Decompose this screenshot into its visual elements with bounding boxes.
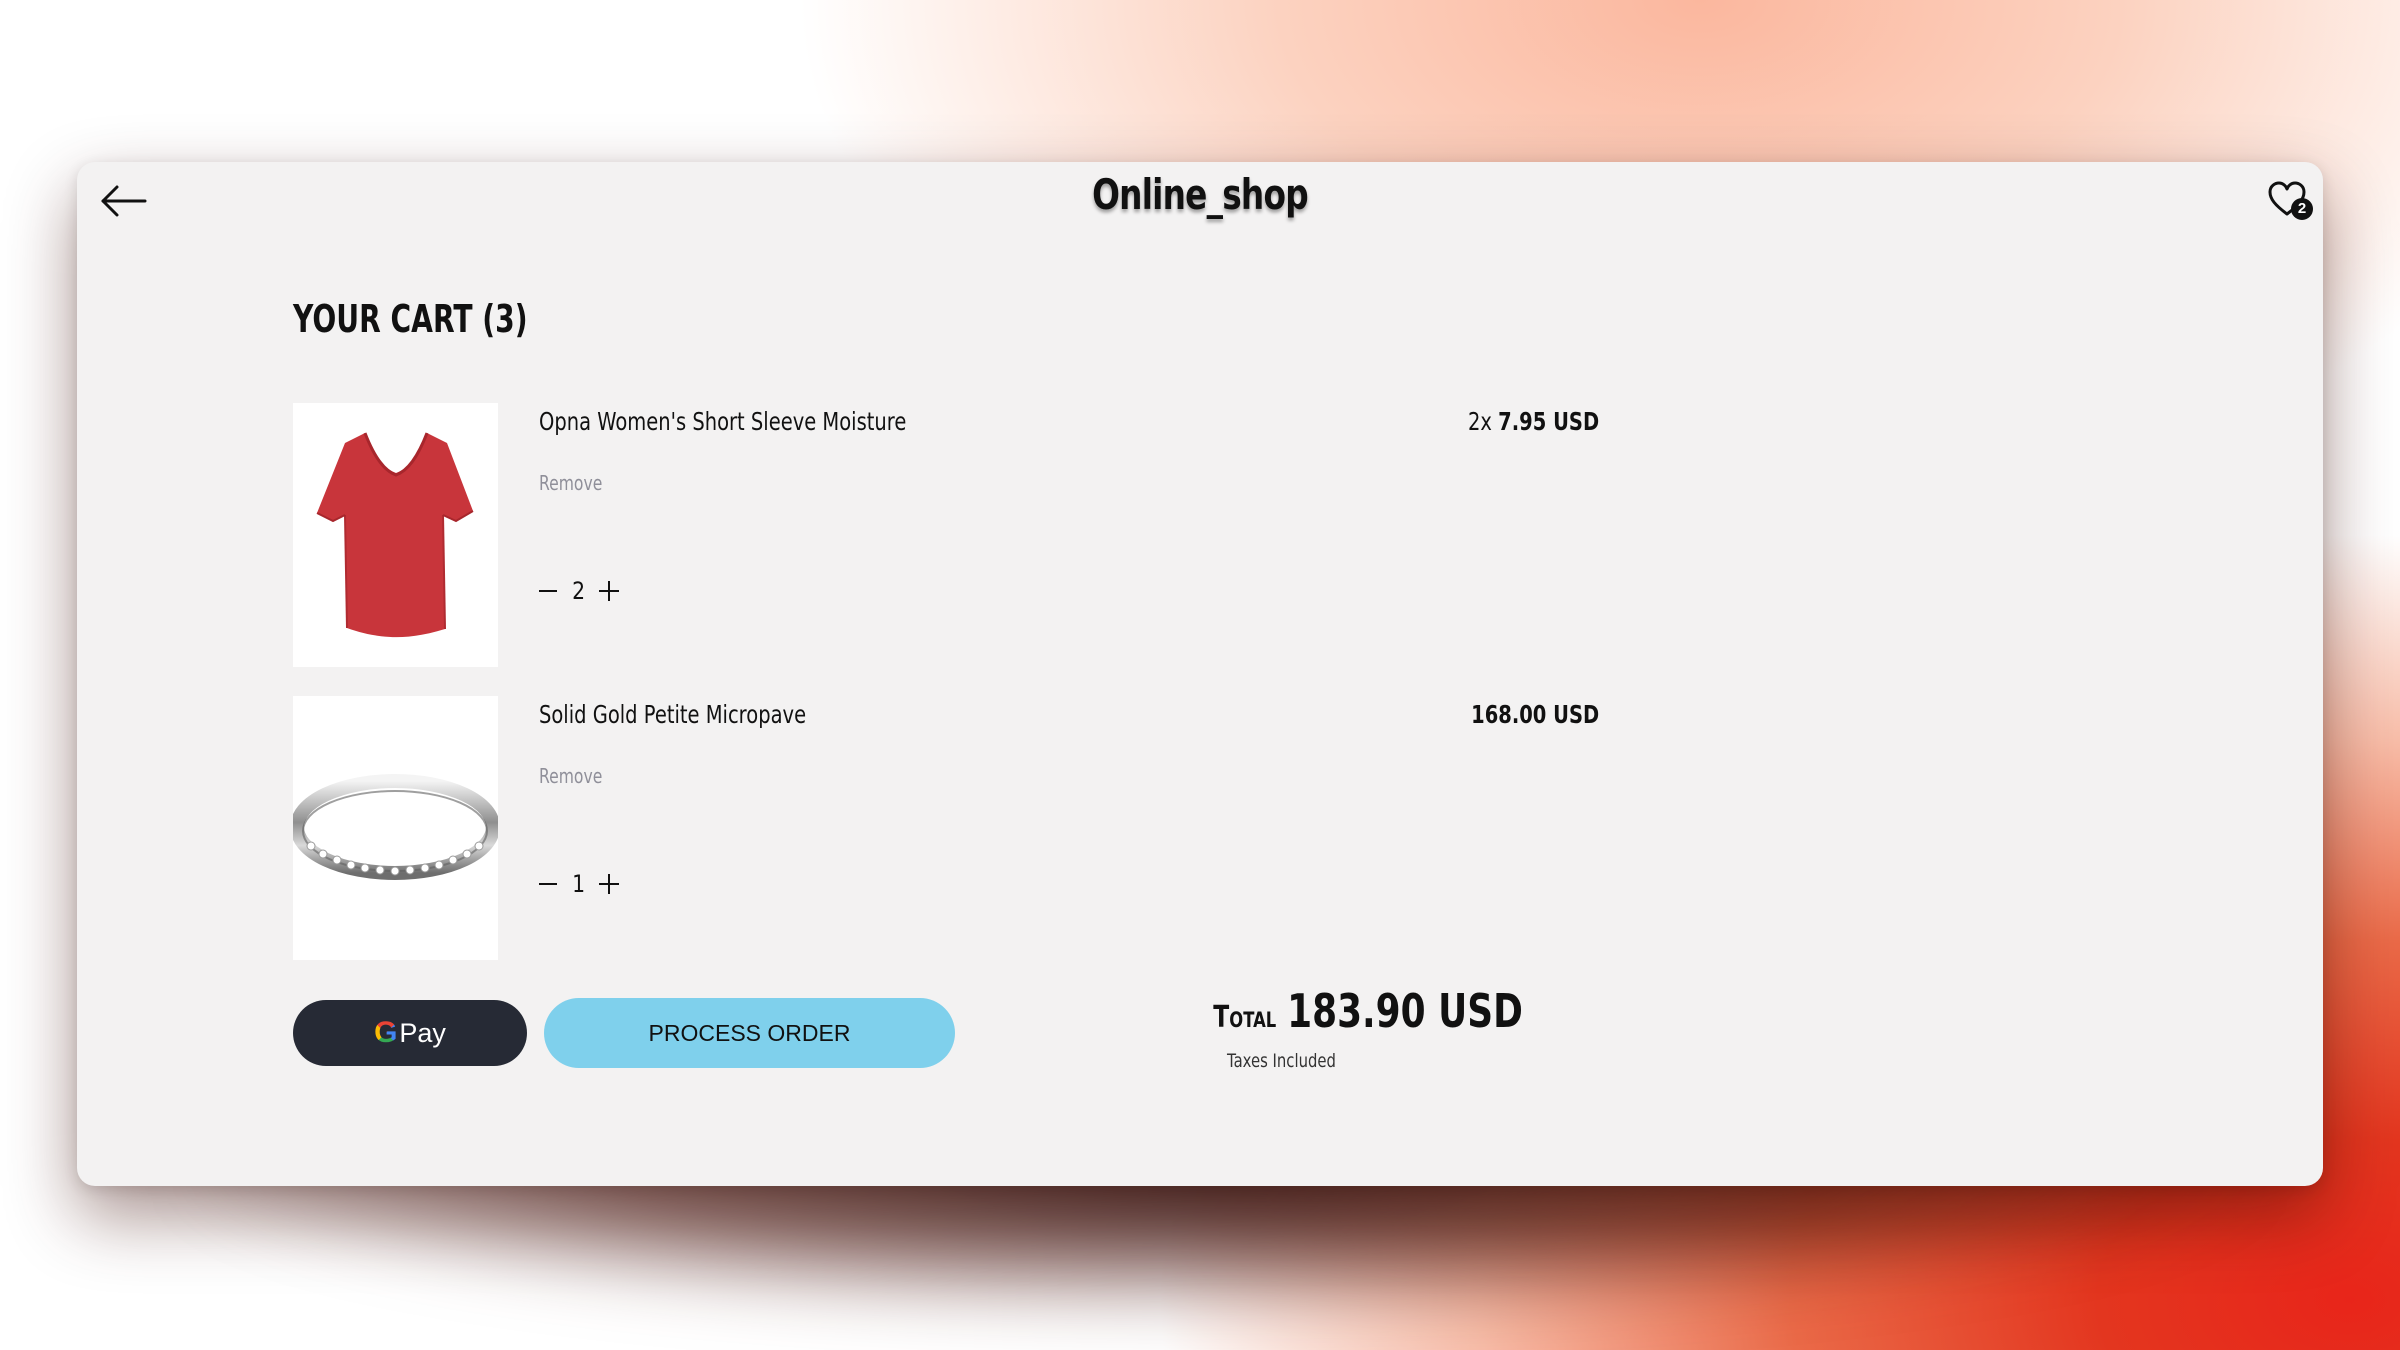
cart-window: Online_shop 2 YOUR CART (3) Opna Women's… <box>77 162 2323 1186</box>
quantity-stepper: 2 <box>533 571 624 611</box>
plus-icon[interactable] <box>594 869 624 899</box>
tax-note: Taxes Included <box>1227 1050 1336 1072</box>
product-name[interactable]: Opna Women's Short Sleeve Moisture <box>539 407 906 436</box>
cart-item: Solid Gold Petite Micropave Remove 1 168… <box>290 696 1599 960</box>
item-price: 2x 7.95 USD <box>1468 407 1599 436</box>
arrow-left-icon <box>101 185 147 217</box>
price-multiplier: 2x <box>1467 407 1492 436</box>
cart-item: Opna Women's Short Sleeve Moisture Remov… <box>293 403 1599 667</box>
total-amount: 183.90 USD <box>1287 984 1523 1038</box>
product-image-tshirt[interactable] <box>293 403 498 667</box>
wishlist-count-badge: 2 <box>2291 198 2313 220</box>
price-amount: 7.95 USD <box>1498 407 1599 436</box>
item-price: 168.00 USD <box>1471 700 1599 729</box>
wishlist-button[interactable]: 2 <box>2267 180 2315 224</box>
quantity-value: 1 <box>572 870 586 898</box>
product-name[interactable]: Solid Gold Petite Micropave <box>539 700 806 729</box>
order-total: Total 183.90 USD <box>1126 984 1523 1038</box>
quantity-stepper: 1 <box>533 864 624 904</box>
gpay-label: Pay <box>399 1017 446 1048</box>
quantity-value: 2 <box>572 577 586 605</box>
back-button[interactable] <box>93 176 153 226</box>
product-image-ring[interactable] <box>290 696 500 960</box>
google-g-icon: G <box>374 1016 398 1049</box>
price-amount: 168.00 USD <box>1470 700 1599 729</box>
minus-icon[interactable] <box>533 869 563 899</box>
total-label: Total <box>1213 1000 1277 1035</box>
remove-link[interactable]: Remove <box>539 764 602 788</box>
process-order-button[interactable]: PROCESS ORDER <box>544 998 955 1068</box>
minus-icon[interactable] <box>533 576 563 606</box>
app-title: Online_shop <box>1092 170 1309 219</box>
remove-link[interactable]: Remove <box>539 471 602 495</box>
plus-icon[interactable] <box>594 576 624 606</box>
google-pay-button[interactable]: G Pay <box>293 1000 527 1066</box>
cart-heading: YOUR CART (3) <box>293 297 528 341</box>
